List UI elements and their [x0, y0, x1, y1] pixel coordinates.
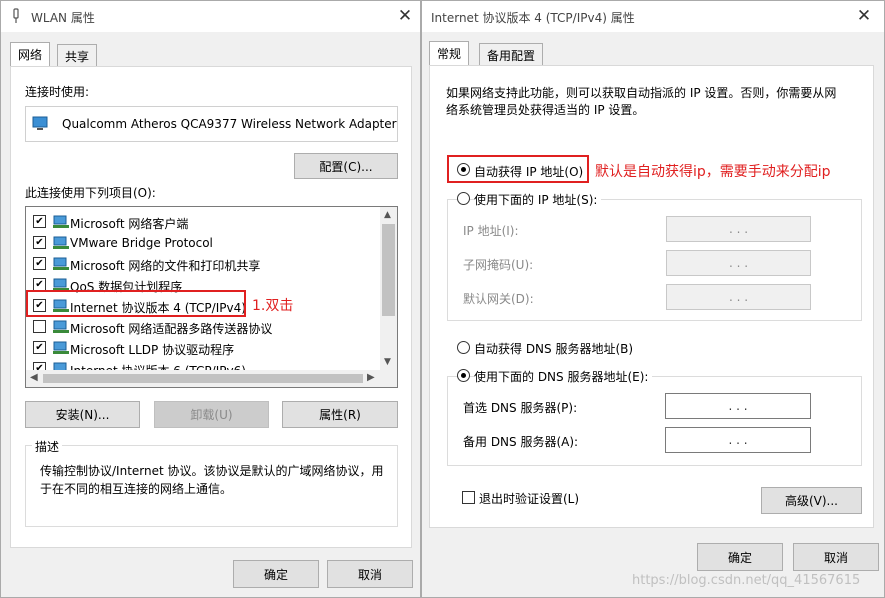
default-gateway-input[interactable]: . . .: [666, 284, 811, 310]
auto-dns-radio[interactable]: [457, 341, 470, 354]
general-tab-panel: 如果网络支持此功能，则可以获取自动指派的 IP 设置。否则，你需要从网 络系统管…: [429, 65, 874, 528]
vertical-scrollbar[interactable]: ▲ ▼: [380, 207, 397, 370]
list-item[interactable]: ✔ VMware Bridge Protocol: [26, 233, 380, 253]
wifi-icon: [11, 8, 21, 24]
list-item[interactable]: ✔ Microsoft 网络客户端: [26, 212, 380, 232]
network-component-icon: [52, 320, 70, 334]
tab-alternate-config[interactable]: 备用配置: [479, 43, 544, 65]
item-checkbox[interactable]: ✔: [33, 215, 46, 228]
network-component-icon: [52, 257, 70, 271]
auto-ip-radio[interactable]: [457, 163, 470, 176]
validate-on-exit-checkbox[interactable]: [462, 491, 475, 504]
manual-ip-radio[interactable]: [457, 192, 470, 205]
list-item[interactable]: ✔ Microsoft 网络的文件和打印机共享: [26, 254, 380, 274]
preferred-dns-dots: . . .: [728, 399, 748, 413]
scroll-up-icon[interactable]: ▲: [384, 210, 391, 220]
advanced-button[interactable]: 高级(V)...: [761, 487, 862, 514]
scroll-right-icon[interactable]: ▶: [367, 372, 375, 383]
item-checkbox[interactable]: ✔: [33, 341, 46, 354]
left-titlebar: WLAN 属性 ✕: [1, 1, 420, 32]
item-label: Microsoft LLDP 协议驱动程序: [70, 343, 235, 357]
description-text-line-1: 传输控制协议/Internet 协议。该协议是默认的广域网络协议，用: [40, 464, 384, 478]
ipv4-properties-window: Internet 协议版本 4 (TCP/IPv4) 属性 ✕ 常规 备用配置 …: [421, 0, 885, 598]
left-window-title: WLAN 属性: [31, 11, 95, 25]
scroll-down-icon[interactable]: ▼: [384, 357, 391, 367]
item-label: Microsoft 网络的文件和打印机共享: [70, 259, 261, 273]
item-checkbox[interactable]: ✔: [33, 257, 46, 270]
adapter-field: Qualcomm Atheros QCA9377 Wireless Networ…: [25, 106, 398, 142]
item-label: Microsoft 网络客户端: [70, 217, 189, 231]
left-ok-button[interactable]: 确定: [233, 560, 319, 588]
horizontal-scroll-thumb[interactable]: [43, 374, 363, 383]
list-item[interactable]: ✔ Microsoft LLDP 协议驱动程序: [26, 338, 380, 358]
scroll-left-icon[interactable]: ◀: [30, 372, 38, 383]
intro-line-2: 络系统管理员处获得适当的 IP 设置。: [446, 103, 645, 117]
wlan-properties-window: WLAN 属性 ✕ 网络 共享 连接时使用: Qualcomm Atheros …: [0, 0, 421, 598]
configure-button[interactable]: 配置(C)...: [294, 153, 398, 179]
properties-button[interactable]: 属性(R): [282, 401, 398, 428]
validate-on-exit-label[interactable]: 退出时验证设置(L): [479, 490, 579, 507]
ip-address-label: IP 地址(I):: [463, 224, 519, 238]
item-label: Microsoft 网络适配器多路传送器协议: [70, 322, 273, 336]
list-item[interactable]: Microsoft 网络适配器多路传送器协议: [26, 317, 380, 337]
network-component-icon: [52, 215, 70, 229]
description-text-line-2: 于在不同的相互连接的网络上通信。: [40, 482, 233, 496]
vertical-scroll-thumb[interactable]: [382, 224, 395, 316]
horizontal-scrollbar[interactable]: ◀ ▶: [26, 370, 397, 387]
right-cancel-button[interactable]: 取消: [793, 543, 879, 571]
left-close-icon[interactable]: ✕: [393, 5, 417, 27]
default-gateway-dots: . . .: [728, 290, 749, 304]
left-cancel-button[interactable]: 取消: [327, 560, 413, 588]
tab-network[interactable]: 网络: [10, 42, 51, 66]
preferred-dns-input[interactable]: . . .: [665, 393, 811, 419]
description-group: 描述 传输控制协议/Internet 协议。该协议是默认的广域网络协议，用 于在…: [25, 438, 398, 527]
right-window-title: Internet 协议版本 4 (TCP/IPv4) 属性: [431, 11, 635, 25]
tab-general[interactable]: 常规: [429, 41, 470, 65]
preferred-dns-label: 首选 DNS 服务器(P):: [463, 401, 578, 415]
ip-address-input[interactable]: . . .: [666, 216, 811, 242]
tab-sharing[interactable]: 共享: [57, 44, 98, 66]
manual-dns-label[interactable]: 使用下面的 DNS 服务器地址(E):: [474, 368, 653, 385]
description-label: 描述: [32, 438, 63, 455]
ip-address-dots: . . .: [728, 222, 749, 236]
auto-ip-label[interactable]: 自动获得 IP 地址(O): [474, 163, 583, 180]
right-titlebar: Internet 协议版本 4 (TCP/IPv4) 属性 ✕: [422, 1, 884, 32]
subnet-mask-label: 子网掩码(U):: [463, 258, 534, 272]
manual-dns-radio[interactable]: [457, 369, 470, 382]
items-label: 此连接使用下列项目(O):: [25, 186, 156, 200]
network-adapter-icon: [32, 116, 50, 135]
watermark: https://blog.csdn.net/qq_41567615: [632, 573, 861, 588]
uninstall-button[interactable]: 卸载(U): [154, 401, 269, 428]
double-click-annotation: 1.双击: [252, 298, 294, 314]
alternate-dns-dots: . . .: [728, 433, 748, 447]
ipv4-highlight-box: [26, 290, 246, 317]
alternate-dns-input[interactable]: . . .: [665, 427, 811, 453]
subnet-mask-dots: . . .: [728, 256, 749, 270]
manual-ip-label[interactable]: 使用下面的 IP 地址(S):: [474, 191, 602, 208]
auto-dns-label[interactable]: 自动获得 DNS 服务器地址(B): [474, 340, 633, 357]
item-checkbox[interactable]: ✔: [33, 236, 46, 249]
item-label: VMware Bridge Protocol: [70, 236, 213, 250]
network-tab-panel: 连接时使用: Qualcomm Atheros QCA9377 Wireless…: [10, 66, 412, 548]
network-component-icon: [52, 236, 70, 250]
item-checkbox[interactable]: [33, 320, 46, 333]
connect-using-label: 连接时使用:: [25, 85, 90, 99]
right-ok-button[interactable]: 确定: [697, 543, 783, 571]
subnet-mask-input[interactable]: . . .: [666, 250, 811, 276]
alternate-dns-label: 备用 DNS 服务器(A):: [463, 435, 579, 449]
manual-ip-annotation: 默认是自动获得ip，需要手动来分配ip: [595, 164, 831, 180]
network-component-icon: [52, 341, 70, 355]
intro-line-1: 如果网络支持此功能，则可以获取自动指派的 IP 设置。否则，你需要从网: [446, 86, 837, 100]
default-gateway-label: 默认网关(D):: [463, 292, 534, 306]
install-button[interactable]: 安装(N)...: [25, 401, 140, 428]
right-close-icon[interactable]: ✕: [852, 5, 876, 27]
adapter-name: Qualcomm Atheros QCA9377 Wireless Networ…: [62, 117, 397, 131]
